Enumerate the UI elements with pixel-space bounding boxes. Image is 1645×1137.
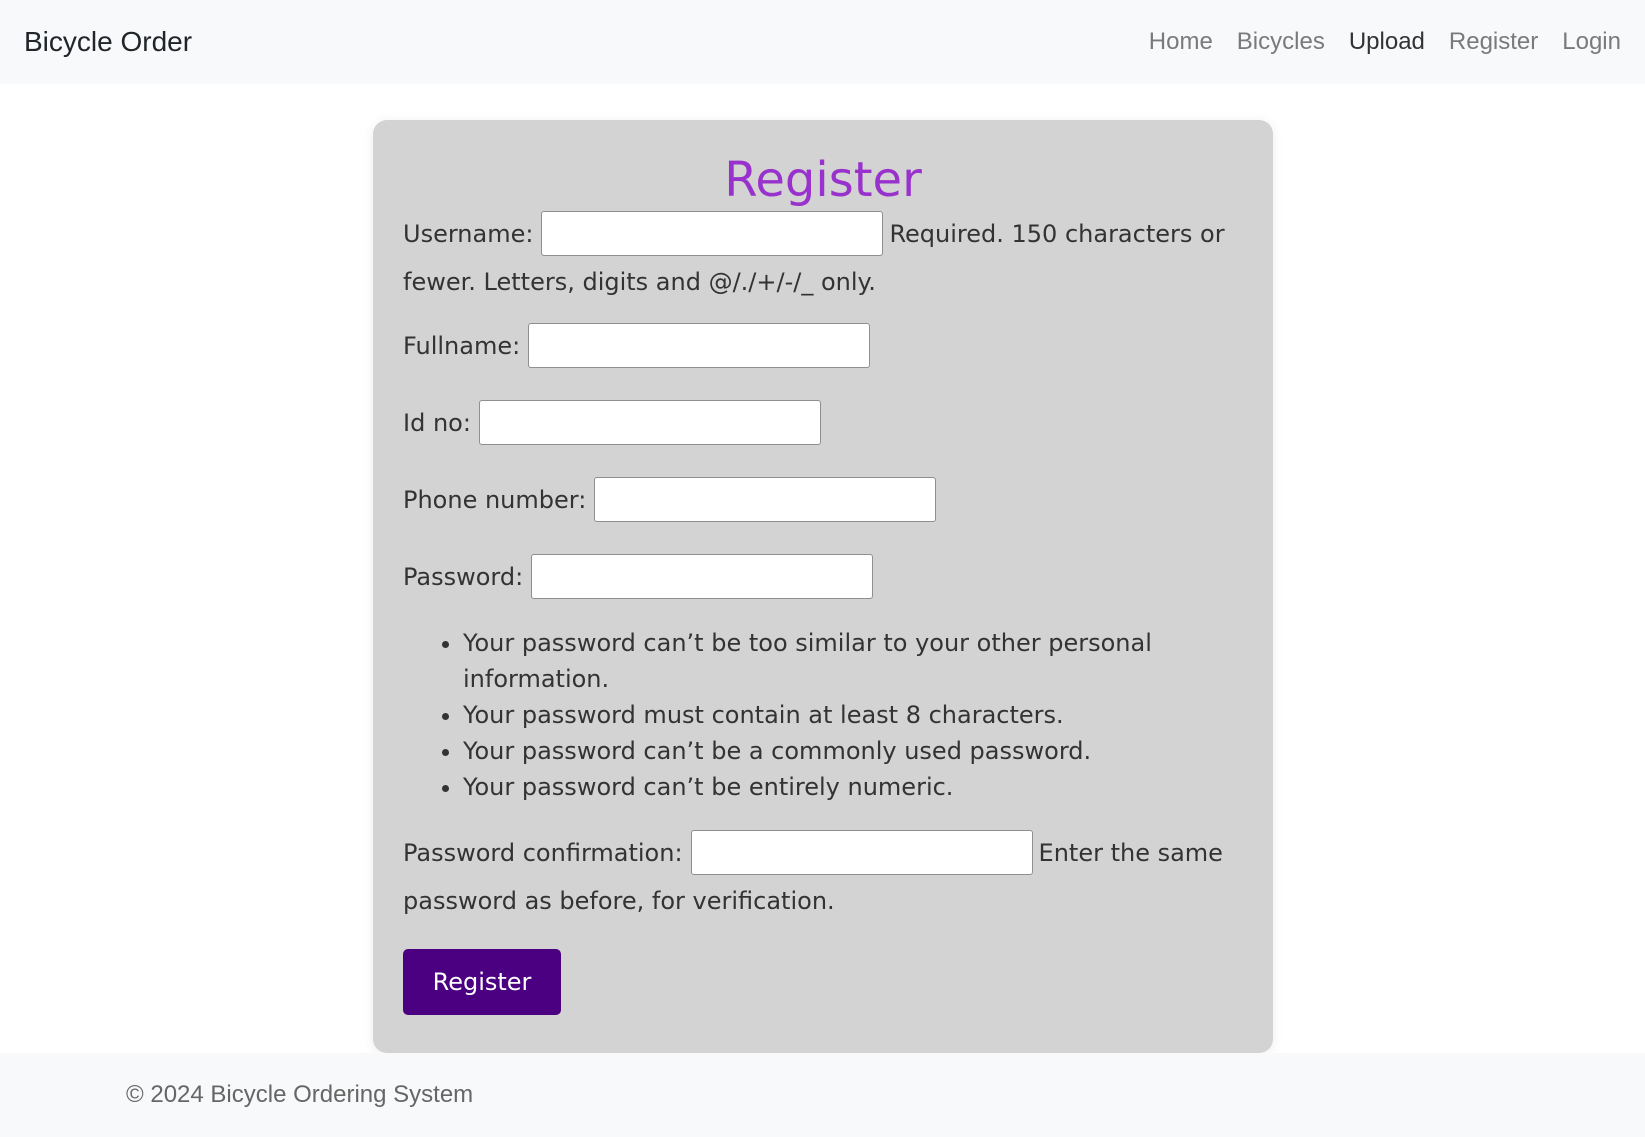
password-input[interactable] <box>531 553 874 599</box>
fullname-row: Fullname: <box>403 322 1243 370</box>
password-rule: Your password can’t be entirely numeric. <box>463 769 1243 805</box>
password-confirm-row: Password confirmation: Enter the same pas… <box>403 829 1243 925</box>
fullname-label: Fullname: <box>403 332 521 360</box>
navbar: Bicycle Order Home Bicycles Upload Regis… <box>0 0 1645 84</box>
password-rule: Your password can’t be a commonly used p… <box>463 733 1243 769</box>
phone-row: Phone number: <box>403 476 1243 524</box>
password-label: Password: <box>403 563 524 591</box>
page-title: Register <box>724 152 922 208</box>
footer-copyright: © 2024 Bicycle Ordering System <box>126 1081 474 1108</box>
username-label: Username: <box>403 220 534 248</box>
password-rule: Your password can’t be too similar to yo… <box>463 625 1243 697</box>
id-no-label: Id no: <box>403 409 471 437</box>
brand-link[interactable]: Bicycle Order <box>24 26 192 58</box>
password-confirm-input[interactable] <box>690 829 1033 875</box>
password-confirm-label: Password confirmation: <box>403 839 683 867</box>
password-rule: Your password must contain at least 8 ch… <box>463 697 1243 733</box>
id-no-row: Id no: <box>403 399 1243 447</box>
nav-links: Home Bicycles Upload Register Login <box>1125 28 1621 56</box>
phone-input[interactable] <box>594 476 937 522</box>
nav-link-login[interactable]: Login <box>1562 28 1621 56</box>
register-card: Register Username: Required. 150 characte… <box>373 120 1273 1053</box>
register-form: Username: Required. 150 characters or few… <box>403 210 1243 1015</box>
nav-link-upload[interactable]: Upload <box>1349 28 1425 56</box>
phone-label: Phone number: <box>403 486 587 514</box>
footer: © 2024 Bicycle Ordering System <box>0 1053 1645 1137</box>
nav-link-register[interactable]: Register <box>1449 28 1538 56</box>
password-row: Password: <box>403 553 1243 601</box>
nav-link-bicycles[interactable]: Bicycles <box>1237 28 1325 56</box>
username-row: Username: Required. 150 characters or few… <box>403 210 1243 306</box>
username-input[interactable] <box>541 210 884 256</box>
password-rules-list: Your password can’t be too similar to yo… <box>403 625 1243 805</box>
fullname-input[interactable] <box>528 322 871 368</box>
id-no-input[interactable] <box>478 399 821 445</box>
nav-link-home[interactable]: Home <box>1149 28 1213 56</box>
register-button[interactable]: Register <box>403 949 561 1015</box>
